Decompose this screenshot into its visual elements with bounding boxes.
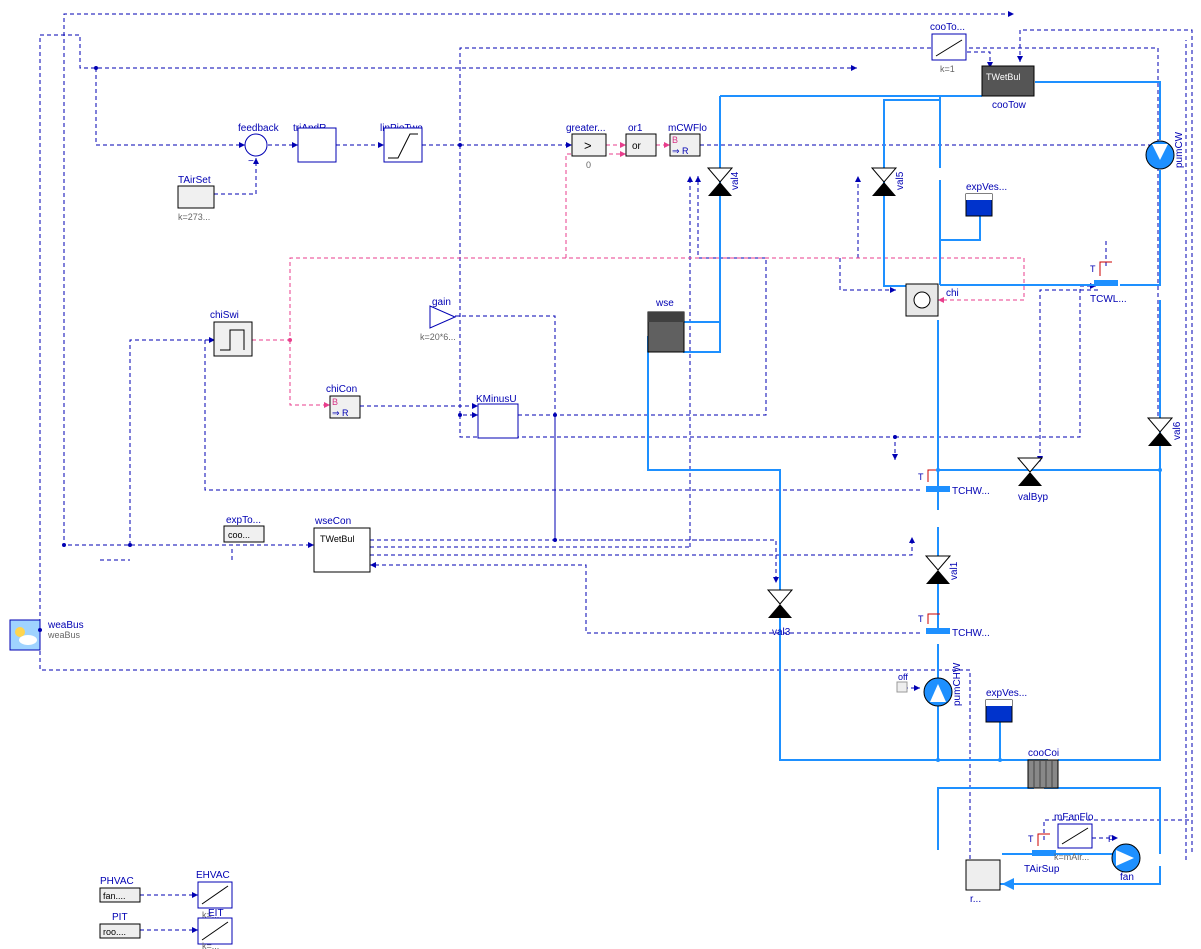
feedback-label: feedback — [238, 123, 280, 134]
linPieTwo-block[interactable] — [384, 128, 422, 162]
svg-text:val4: val4 — [730, 171, 741, 190]
or1-block[interactable] — [626, 134, 656, 156]
TCWL-sensor[interactable]: T TCWL... — [1090, 262, 1127, 305]
svg-text:TCWL...: TCWL... — [1090, 294, 1127, 305]
svg-text:0: 0 — [586, 160, 591, 170]
svg-text:coo...: coo... — [228, 530, 250, 540]
svg-text:val6: val6 — [1172, 421, 1183, 440]
svg-text:T: T — [1028, 834, 1034, 844]
chi-label: chi — [946, 288, 959, 299]
EHVAC-label: EHVAC — [196, 870, 230, 881]
pumCHW-block[interactable] — [924, 678, 952, 706]
svg-text:pumCW: pumCW — [1174, 131, 1185, 168]
svg-text:fan: fan — [1120, 872, 1134, 883]
svg-text:val1: val1 — [949, 561, 960, 580]
val1-block[interactable]: val1 — [926, 556, 960, 584]
svg-text:T: T — [918, 472, 924, 482]
svg-text:k=20*6...: k=20*6... — [420, 332, 456, 342]
chiSwi-block[interactable] — [214, 322, 252, 356]
expVes1-label: expVes... — [966, 182, 1007, 193]
TCHW-top-sensor[interactable]: T TCHW... — [918, 470, 990, 497]
chiCon-label: chiCon — [326, 384, 357, 395]
TAirSet-block[interactable] — [178, 186, 214, 208]
svg-text:⇒ R: ⇒ R — [332, 408, 349, 418]
mFanFlo-label: mFanFlo — [1054, 812, 1094, 823]
val5-block[interactable]: val5 — [872, 168, 906, 196]
expVes2-label: expVes... — [986, 688, 1027, 699]
val4-block[interactable]: val4 — [708, 168, 741, 196]
PHVAC-label: PHVAC — [100, 876, 134, 887]
svg-text:T: T — [1090, 264, 1096, 274]
svg-text:T: T — [918, 614, 924, 624]
svg-text:k=1: k=1 — [940, 64, 955, 74]
svg-text:TWetBul: TWetBul — [320, 534, 354, 544]
EIT-label: EIT — [208, 908, 224, 919]
KMinusU-label: KMinusU — [476, 394, 517, 405]
TAirSet-k: k=273... — [178, 212, 210, 222]
svg-text:fan....: fan.... — [103, 891, 126, 901]
weaBus-sub: weaBus — [47, 630, 81, 640]
svg-text:TWetBul: TWetBul — [986, 72, 1020, 82]
KMinusU-block[interactable] — [478, 404, 518, 438]
wse-label: wse — [655, 298, 674, 309]
gain-block[interactable] — [430, 306, 455, 328]
svg-text:⇒ R: ⇒ R — [672, 146, 689, 156]
wseCon-label: wseCon — [314, 516, 351, 527]
expTo-label: expTo... — [226, 515, 261, 526]
svg-text:>: > — [584, 138, 592, 153]
svg-text:valByp: valByp — [1018, 492, 1048, 503]
greater-label: greater... — [566, 123, 605, 134]
valByp-block[interactable]: valByp — [1018, 458, 1048, 503]
val6-block[interactable]: val6 — [1148, 418, 1183, 446]
cooTo-block[interactable] — [932, 34, 966, 60]
pumCW-block[interactable] — [1146, 141, 1174, 169]
svg-text:k=...: k=... — [202, 941, 219, 949]
val3-block[interactable]: val3 — [768, 590, 792, 638]
fan-block[interactable] — [1112, 844, 1140, 872]
gain-label: gain — [432, 297, 451, 308]
chiSwi-label: chiSwi — [210, 310, 239, 321]
svg-text:val3: val3 — [772, 627, 791, 638]
or1-label: or1 — [628, 123, 643, 134]
off-block[interactable] — [897, 682, 907, 692]
svg-text:or: or — [632, 141, 642, 152]
svg-text:TAirSup: TAirSup — [1024, 864, 1060, 875]
svg-text:TCHW...: TCHW... — [952, 628, 990, 639]
svg-text:roo....: roo.... — [103, 927, 126, 937]
svg-text:k=mAir...: k=mAir... — [1054, 852, 1089, 862]
svg-text:P: P — [1108, 834, 1114, 844]
PIT-label: PIT — [112, 912, 128, 923]
cooCoi-block[interactable] — [1028, 760, 1058, 788]
cooCoi-label: cooCoi — [1028, 748, 1059, 759]
weaBus-icon — [10, 620, 40, 650]
svg-text:B: B — [332, 397, 338, 407]
svg-text:−: − — [248, 156, 254, 167]
feedback-block[interactable] — [245, 134, 267, 156]
svg-text:r...: r... — [970, 894, 981, 905]
cooTo-label: cooTo... — [930, 22, 965, 33]
svg-text:pumCHW: pumCHW — [952, 662, 963, 706]
svg-text:TCHW...: TCHW... — [952, 486, 990, 497]
TAirSet-label: TAirSet — [178, 175, 211, 186]
TCHW-bot-sensor[interactable]: T TCHW... — [918, 614, 990, 639]
svg-text:val5: val5 — [895, 171, 906, 190]
svg-text:off: off — [898, 672, 908, 682]
triAndR-block[interactable] — [298, 128, 336, 162]
cooTow-label: cooTow — [992, 100, 1027, 111]
svg-text:B: B — [672, 135, 678, 145]
mCWFlo-label: mCWFlo — [668, 123, 707, 134]
room-block[interactable] — [966, 860, 1000, 890]
